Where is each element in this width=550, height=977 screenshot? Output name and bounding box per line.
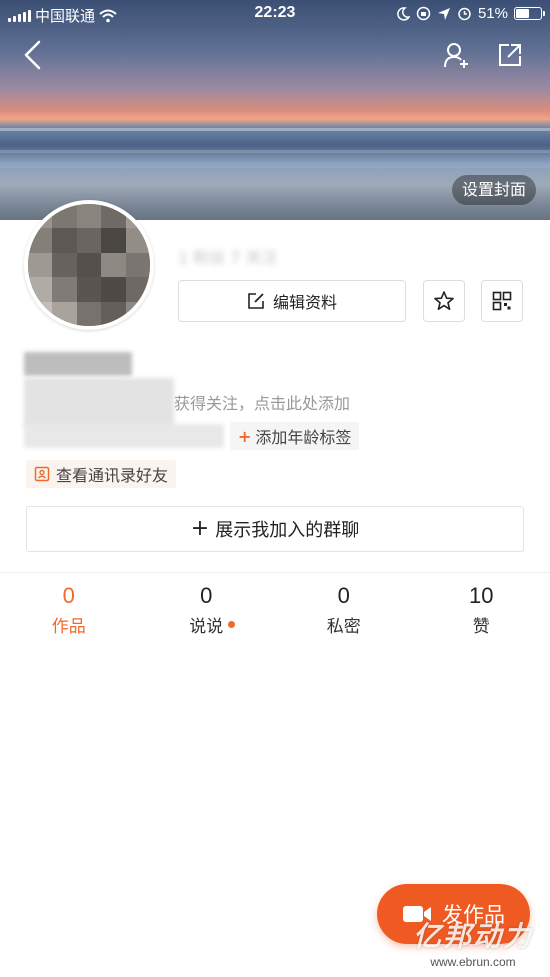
alarm-icon xyxy=(458,7,471,21)
watermark-url: www.ebrun.com xyxy=(430,955,516,969)
star-icon xyxy=(434,291,454,310)
edit-profile-label: 编辑资料 xyxy=(272,293,337,312)
edit-icon xyxy=(248,293,264,309)
notification-dot xyxy=(228,621,236,628)
tab-label: 作品 xyxy=(51,617,86,637)
tab-label-wrap: 说说 xyxy=(189,612,236,637)
qr-code-icon xyxy=(492,291,512,311)
tab-count: 10 xyxy=(469,583,494,608)
avatar[interactable] xyxy=(24,200,154,330)
tag-row: + 添加年龄标签 xyxy=(24,422,360,450)
username-mosaic xyxy=(24,352,132,376)
moon-icon xyxy=(397,6,410,21)
status-right: 51% xyxy=(396,5,545,22)
show-groups-button[interactable]: + 展示我加入的群聊 xyxy=(26,506,524,552)
add-age-tag-button[interactable]: + 添加年龄标签 xyxy=(230,422,360,450)
tab-label: 赞 xyxy=(472,617,490,637)
bio-mosaic xyxy=(24,378,174,428)
rotation-lock-icon xyxy=(416,6,431,21)
tab-count: 0 xyxy=(337,583,350,608)
chevron-left-icon xyxy=(24,40,41,70)
tab-label: 私密 xyxy=(326,617,361,637)
divider xyxy=(0,572,550,573)
status-bar: 中国联通 22:23 51% xyxy=(0,0,550,28)
favorites-button[interactable] xyxy=(423,280,465,322)
avatar-mosaic xyxy=(28,204,150,326)
qr-code-button[interactable] xyxy=(481,280,523,322)
horizon-line xyxy=(0,128,550,131)
add-user-icon xyxy=(444,43,468,68)
wave-line xyxy=(0,150,550,153)
contacts-icon xyxy=(34,466,50,482)
set-cover-button[interactable]: 设置封面 xyxy=(451,175,536,205)
video-camera-icon xyxy=(403,906,431,922)
publish-label: 发作品 xyxy=(442,903,505,927)
location-tags-mosaic xyxy=(24,424,224,448)
publish-works-button[interactable]: 发作品 xyxy=(377,884,530,944)
share-button[interactable] xyxy=(493,38,527,72)
contacts-label: 查看通讯录好友 xyxy=(56,466,169,485)
tab-works[interactable]: 0 作品 xyxy=(0,582,138,637)
tab-count: 0 xyxy=(200,583,213,608)
battery-icon xyxy=(514,7,545,20)
share-icon xyxy=(499,44,521,66)
view-contacts-button[interactable]: 查看通讯录好友 xyxy=(26,460,177,488)
tab-private[interactable]: 0 私密 xyxy=(275,582,413,637)
back-button[interactable] xyxy=(16,38,50,72)
add-friend-button[interactable] xyxy=(440,38,474,72)
bio-text[interactable]: 获得关注，点击此处添加 xyxy=(174,390,350,414)
tab-likes[interactable]: 10 赞 xyxy=(413,582,550,637)
add-tag-label: 添加年龄标签 xyxy=(255,428,352,447)
edit-profile-button[interactable]: 编辑资料 xyxy=(178,280,406,322)
tab-label: 说说 xyxy=(189,617,224,637)
plus-icon: + xyxy=(238,426,252,446)
groups-label: 展示我加入的群聊 xyxy=(215,520,360,541)
location-icon xyxy=(437,7,450,20)
tab-count: 0 xyxy=(62,583,75,608)
battery-percent: 51% xyxy=(477,5,508,22)
plus-icon: + xyxy=(190,516,210,541)
tab-posts[interactable]: 0 说说 xyxy=(138,582,276,637)
follow-counts[interactable]: 1 粉丝 7 关注 xyxy=(178,244,278,268)
profile-tabs: 0 作品 0 说说 0 私密 10 赞 xyxy=(0,582,550,637)
